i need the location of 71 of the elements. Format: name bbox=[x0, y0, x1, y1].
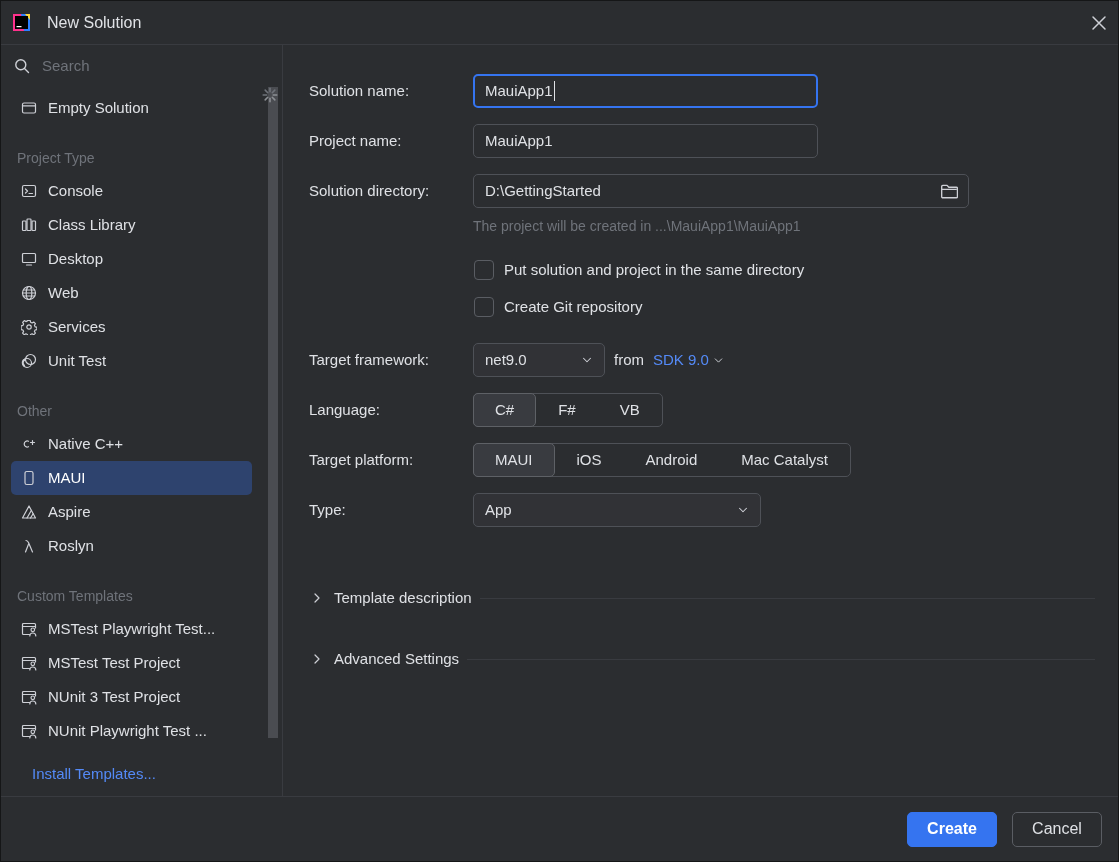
install-templates-link[interactable]: Install Templates... bbox=[32, 764, 156, 784]
app-logo-icon bbox=[11, 12, 32, 33]
field-label: Solution directory: bbox=[309, 180, 431, 201]
sidebar-item[interactable]: Services bbox=[11, 310, 252, 344]
hint-text: The project will be created in ...\MauiApp1\MauiApp1 bbox=[473, 218, 801, 234]
sidebar-item[interactable]: Desktop bbox=[11, 242, 252, 276]
segment-button[interactable]: F# bbox=[536, 393, 598, 427]
phone-icon bbox=[21, 470, 37, 486]
sidebar-item[interactable]: NUnit Playwright Test ... bbox=[11, 714, 252, 748]
template-user-icon bbox=[21, 723, 37, 739]
books-icon bbox=[21, 217, 37, 233]
sidebar-item[interactable]: Class Library bbox=[11, 208, 252, 242]
checkbox[interactable] bbox=[474, 297, 494, 317]
monitor-icon bbox=[21, 251, 37, 267]
field-label: Solution name: bbox=[309, 80, 411, 101]
section-toggle[interactable]: Template description bbox=[309, 586, 472, 610]
sidebar-item[interactable]: Unit Test bbox=[11, 344, 252, 378]
sidebar-item[interactable]: Console bbox=[11, 174, 252, 208]
sidebar-item[interactable]: Empty Solution bbox=[11, 91, 252, 125]
gear-icon bbox=[21, 319, 37, 335]
checkbox-label[interactable]: Create Git repository bbox=[504, 295, 643, 319]
dropdown[interactable]: net9.0 bbox=[473, 343, 605, 377]
create-button[interactable]: Create bbox=[907, 811, 997, 847]
sidebar-item[interactable]: NUnit 3 Test Project bbox=[11, 680, 252, 714]
close-icon bbox=[1091, 14, 1107, 31]
field-label: Project name: bbox=[309, 130, 403, 151]
field-label: Language: bbox=[309, 399, 381, 420]
sidebar-item[interactable]: Roslyn bbox=[11, 529, 252, 563]
terminal-icon bbox=[21, 183, 37, 199]
checkbox[interactable] bbox=[474, 260, 494, 280]
section-heading: Custom Templates bbox=[17, 586, 133, 606]
segment-button[interactable]: VB bbox=[597, 393, 662, 427]
folder-icon[interactable] bbox=[940, 182, 958, 200]
sidebar-item[interactable]: Aspire bbox=[11, 495, 252, 529]
field-label: Type: bbox=[309, 499, 347, 520]
sidebar-item[interactable]: MSTest Test Project bbox=[11, 646, 252, 680]
section-heading: Other bbox=[17, 401, 52, 421]
template-user-icon bbox=[21, 689, 37, 705]
sidebar-item[interactable]: Native C++ bbox=[11, 427, 252, 461]
section-heading: Project Type bbox=[17, 148, 95, 168]
window-title: New Solution bbox=[47, 12, 142, 33]
sdk-link[interactable]: SDK 9.0 bbox=[653, 348, 725, 372]
field-label: Target framework: bbox=[309, 349, 431, 370]
template-user-icon bbox=[21, 655, 37, 671]
search-icon bbox=[14, 58, 30, 74]
text-field[interactable]: MauiApp1 bbox=[473, 124, 818, 158]
sidebar-item[interactable]: MAUI bbox=[11, 461, 252, 495]
dropdown[interactable]: App bbox=[473, 493, 761, 527]
cancel-button[interactable]: Cancel bbox=[1012, 811, 1102, 847]
window-icon bbox=[21, 100, 37, 116]
segment-button[interactable]: MAUI bbox=[473, 443, 555, 477]
search-field[interactable]: Search bbox=[42, 54, 232, 78]
segment-button[interactable]: Android bbox=[623, 443, 720, 477]
segment-button[interactable]: iOS bbox=[554, 443, 624, 477]
template-user-icon bbox=[21, 621, 37, 637]
striped-triangle-icon bbox=[21, 504, 37, 520]
loading-spinner-icon bbox=[262, 87, 278, 103]
directory-field[interactable]: D:\GettingStarted bbox=[473, 174, 969, 208]
section-toggle[interactable]: Advanced Settings bbox=[309, 647, 460, 671]
from-label: from bbox=[614, 349, 644, 370]
sidebar-item[interactable]: Web bbox=[11, 276, 252, 310]
segment-button[interactable]: Mac Catalyst bbox=[719, 443, 850, 477]
text-cursor-icon bbox=[553, 81, 555, 101]
scrollbar-thumb[interactable] bbox=[268, 87, 278, 738]
globe-icon bbox=[21, 285, 37, 301]
field-label: Target platform: bbox=[309, 449, 415, 470]
text-field[interactable]: MauiApp1 bbox=[473, 74, 818, 108]
checkbox-label[interactable]: Put solution and project in the same directory bbox=[504, 258, 805, 282]
overlapping-circles-icon bbox=[21, 353, 37, 369]
sidebar-item[interactable]: MSTest Playwright Test... bbox=[11, 612, 252, 646]
segment-button[interactable]: C# bbox=[473, 393, 537, 427]
